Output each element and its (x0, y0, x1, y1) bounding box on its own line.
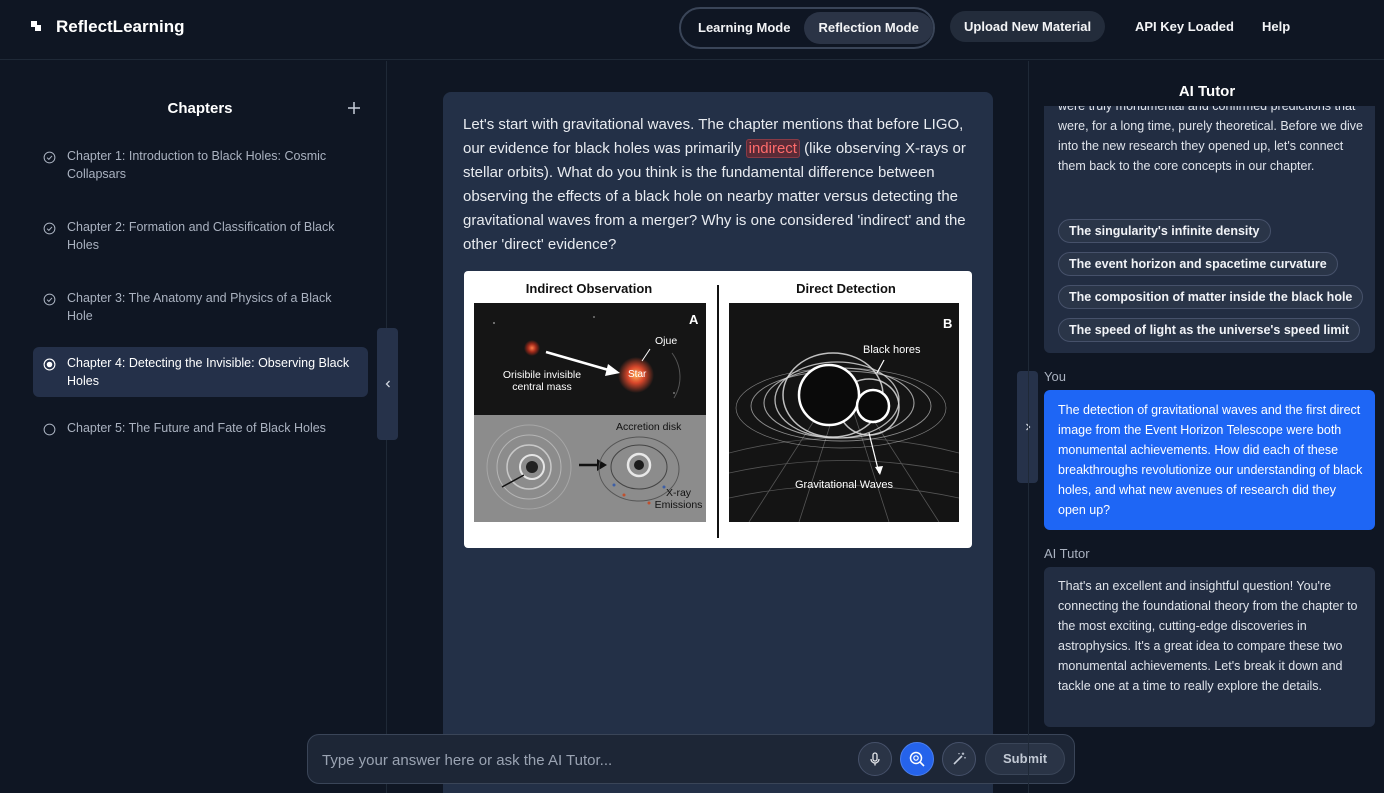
chevron-left-icon (385, 380, 390, 388)
label-gravitational-waves: Gravitational Waves (795, 479, 894, 491)
chapter-label: Chapter 3: The Anatomy and Physics of a … (67, 291, 332, 323)
radio-selected-icon (43, 358, 56, 371)
check-circle-icon (43, 151, 56, 164)
reflection-mode-button[interactable]: Reflection Mode (804, 12, 933, 44)
figure-divider (717, 285, 719, 538)
search-context-button[interactable] (900, 742, 934, 776)
upload-material-button[interactable]: Upload New Material (950, 11, 1106, 42)
check-circle-icon (43, 293, 56, 306)
chapter-item-5[interactable]: Chapter 5: The Future and Fate of Black … (33, 412, 368, 444)
chapter-list: Chapter 1: Introduction to Black Holes: … (33, 140, 368, 465)
api-key-status[interactable]: API Key Loaded (1135, 11, 1234, 42)
comparison-figure: Indirect Observation Direct Detection A … (464, 271, 972, 548)
chapter-item-1[interactable]: Chapter 1: Introduction to Black Holes: … (33, 140, 368, 190)
chapter-label: Chapter 1: Introduction to Black Holes: … (67, 149, 327, 181)
tutor-message: That's an excellent and insightful quest… (1044, 567, 1375, 727)
plus-icon (348, 102, 360, 114)
question-card: Let's start with gravitational waves. Th… (443, 92, 993, 793)
ai-tutor-panel: AI Tutor were truly monumental and confi… (1028, 61, 1384, 793)
tutor-message-previous: were truly monumental and confirmed pred… (1044, 106, 1375, 353)
user-message: The detection of gravitational waves and… (1044, 390, 1375, 530)
figure-right-title: Direct Detection (796, 281, 896, 296)
microphone-icon (870, 752, 880, 766)
learning-mode-button[interactable]: Learning Mode (684, 12, 804, 44)
mode-toggle: Learning Mode Reflection Mode (679, 7, 935, 49)
label-invisible-mass: Orisibile invisible central mass (502, 369, 582, 393)
chapter-label: Chapter 5: The Future and Fate of Black … (67, 421, 326, 435)
logo-icon (31, 21, 41, 31)
question-text: Let's start with gravitational waves. Th… (463, 113, 975, 257)
user-role-label: You (1044, 369, 1066, 384)
chapter-label: Chapter 2: Formation and Classification … (67, 220, 335, 252)
magic-wand-icon (953, 752, 966, 765)
label-star: Star (628, 369, 647, 380)
label-accretion-disk: Accretion disk (616, 421, 682, 433)
search-lens-icon (909, 751, 925, 767)
tutor-title: AI Tutor (1178, 83, 1236, 100)
sidebar-title: Chapters (167, 100, 233, 117)
option-chip[interactable]: The composition of matter inside the bla… (1058, 285, 1364, 309)
help-link[interactable]: Help (1262, 11, 1290, 42)
user-message-text: The detection of gravitational waves and… (1058, 403, 1363, 517)
collapse-sidebar-button[interactable] (377, 328, 398, 440)
panel-b-merger: B Black hores Gravitational Waves (729, 303, 959, 522)
brand-name: ReflectLearning (56, 17, 185, 36)
highlighted-term[interactable]: indirect (745, 139, 800, 158)
top-bar: ReflectLearning Learning Mode Reflection… (0, 0, 1384, 60)
label-xray: X-ray Emissions (654, 487, 703, 511)
chapters-sidebar: Chapters Chapter 1: Introduction to Blac… (0, 61, 387, 793)
option-chip[interactable]: The event horizon and spacetime curvatur… (1058, 252, 1338, 276)
panel-a-orbit: A Orisibile invisible central mass Ojue … (474, 303, 706, 415)
star-orbit-illustration (493, 316, 681, 399)
figure-left-title: Indirect Observation (525, 281, 653, 296)
suggested-options: The singularity's infinite density The e… (1058, 219, 1364, 351)
chapter-label: Chapter 4: Detecting the Invisible: Obse… (67, 356, 350, 388)
tutor-message-text: were truly monumental and confirmed pred… (1058, 106, 1364, 173)
answer-input[interactable] (322, 747, 842, 773)
option-chip[interactable]: The singularity's infinite density (1058, 219, 1271, 243)
panel-b-letter: B (943, 316, 953, 331)
label-oiue: Ojue (655, 335, 678, 347)
tutor-message-text: That's an excellent and insightful quest… (1058, 579, 1358, 693)
microphone-button[interactable] (858, 742, 892, 776)
check-circle-icon (43, 222, 56, 235)
chapter-item-2[interactable]: Chapter 2: Formation and Classification … (33, 211, 368, 261)
panel-a-letter: A (689, 312, 699, 327)
label-black-holes: Black hores (863, 344, 921, 356)
option-chip[interactable]: The speed of light as the universe's spe… (1058, 318, 1361, 342)
add-chapter-button[interactable] (344, 98, 364, 118)
magic-wand-button[interactable] (942, 742, 976, 776)
chapter-item-3[interactable]: Chapter 3: The Anatomy and Physics of a … (33, 282, 368, 332)
empty-circle-icon (43, 423, 56, 436)
brand[interactable]: ReflectLearning (30, 17, 184, 37)
tutor-role-label: AI Tutor (1044, 546, 1090, 561)
panel-a-accretion: Accretion disk X-ray Emissions (474, 415, 706, 522)
answer-input-bar: Submit (307, 734, 1075, 784)
chapter-item-4[interactable]: Chapter 4: Detecting the Invisible: Obse… (33, 347, 368, 397)
